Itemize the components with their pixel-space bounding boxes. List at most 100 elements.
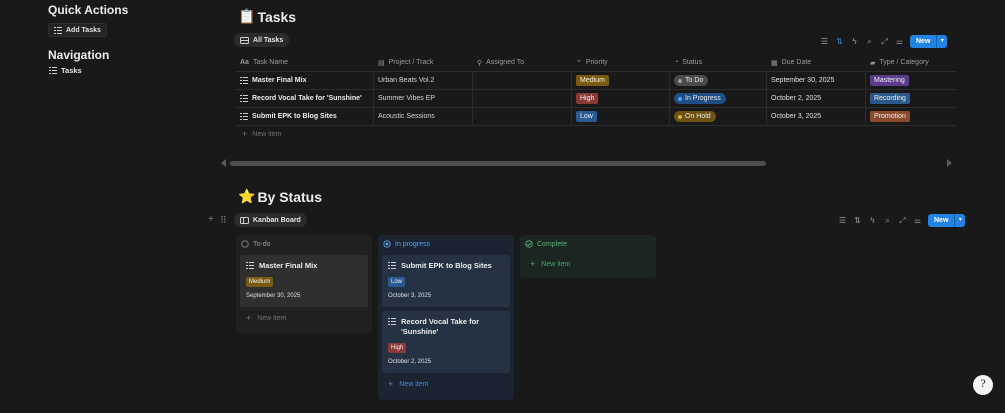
card-title: Submit EPK to Blog Sites: [401, 261, 492, 270]
status-cell[interactable]: In Progress: [670, 89, 767, 108]
type-cell[interactable]: Promotion: [866, 108, 956, 126]
project-cell[interactable]: Urban Beats Vol.2: [374, 71, 473, 90]
status-cell[interactable]: On Hold: [670, 107, 767, 126]
expand-icon[interactable]: ⤢: [898, 216, 907, 225]
quick-actions-heading: Quick Actions: [48, 3, 129, 17]
new-task-button[interactable]: New ▾: [910, 35, 948, 48]
by-status-heading: ⭐ By Status: [238, 188, 322, 205]
priority-cell[interactable]: Low: [572, 107, 670, 126]
sort-icon[interactable]: ⇅: [853, 216, 862, 225]
table-row[interactable]: Record Vocal Take for 'Sunshine' Summer …: [236, 89, 956, 108]
due-date-cell[interactable]: October 3, 2025: [767, 107, 866, 126]
type-cell[interactable]: Mastering: [866, 72, 956, 90]
column-header-in-progress[interactable]: In progress: [378, 235, 514, 253]
chevron-down-icon[interactable]: ▾: [936, 35, 948, 48]
clipboard-emoji-icon: 📋: [238, 8, 256, 24]
horizontal-scrollbar[interactable]: [228, 161, 940, 166]
settings-icon[interactable]: ⚌: [895, 37, 904, 46]
column-header-todo[interactable]: To-do: [236, 235, 372, 253]
assigned-cell[interactable]: [473, 107, 572, 126]
priority-cell[interactable]: High: [572, 89, 670, 108]
table-row[interactable]: Master Final Mix Urban Beats Vol.2 Mediu…: [236, 71, 956, 90]
card-title: Master Final Mix: [259, 261, 318, 270]
column-new-item-button[interactable]: + New item: [236, 307, 372, 329]
question-icon: ?: [980, 379, 986, 390]
card-date: September 30, 2025: [246, 293, 301, 299]
column-header-due-date[interactable]: ▦ Due Date: [767, 54, 866, 72]
scrollbar-thumb[interactable]: [230, 161, 766, 166]
type-badge: Mastering: [870, 75, 909, 86]
tasks-title: Tasks: [257, 8, 297, 25]
column-header-status[interactable]: ◔ Status: [670, 54, 767, 72]
tasks-toolbar: ☰ ⇅ ϟ ⌕ ⤢ ⚌ New ▾: [820, 35, 948, 48]
tab-all-tasks[interactable]: All Tasks: [234, 33, 290, 47]
new-button-label: New: [928, 214, 955, 227]
automation-icon[interactable]: ϟ: [868, 216, 877, 225]
nav-item-tasks[interactable]: Tasks: [49, 66, 82, 75]
task-list-icon: [240, 95, 248, 102]
tab-kanban-board[interactable]: Kanban Board: [234, 213, 307, 227]
column-header-type[interactable]: ▰ Type / Category: [866, 54, 956, 72]
search-icon[interactable]: ⌕: [865, 37, 874, 46]
status-cell[interactable]: To Do: [670, 71, 767, 90]
priority-cell[interactable]: Medium: [572, 71, 670, 90]
chevron-down-icon[interactable]: ▾: [954, 214, 966, 227]
task-list-icon: [240, 77, 248, 84]
kanban-card[interactable]: Submit EPK to Blog Sites Low October 3, …: [382, 255, 510, 307]
kanban-toolbar: ☰ ⇅ ϟ ⌕ ⤢ ⚌ New ▾: [838, 214, 966, 227]
folder-icon: ▤: [378, 59, 385, 67]
task-name: Master Final Mix: [252, 77, 307, 84]
tag-icon: ▰: [870, 59, 876, 67]
type-cell[interactable]: Recording: [866, 90, 956, 108]
column-new-item-button[interactable]: + New item: [520, 253, 656, 275]
table-new-item-button[interactable]: + New item: [236, 126, 956, 142]
add-tasks-button[interactable]: Add Tasks: [48, 23, 107, 37]
add-tasks-label: Add Tasks: [66, 26, 101, 34]
kanban-column-in-progress: In progress Submit EPK to Blog Sites Low…: [378, 235, 514, 400]
assigned-cell[interactable]: [473, 89, 572, 108]
table-header-row: Aa Task Name ▤ Project / Track ⚲ Assigned T…: [236, 54, 956, 72]
column-header-complete[interactable]: Complete: [520, 235, 656, 253]
drag-handle-icon[interactable]: ⠿: [220, 215, 227, 225]
task-list-icon: [388, 318, 396, 325]
kanban-card[interactable]: Record Vocal Take for 'Sunshine' High Oc…: [382, 311, 510, 373]
new-item-label: New item: [257, 314, 287, 322]
card-date: October 3, 2025: [388, 293, 432, 299]
tasks-table: Aa Task Name ▤ Project / Track ⚲ Assigned T…: [236, 54, 956, 142]
search-icon[interactable]: ⌕: [883, 216, 892, 225]
assigned-cell[interactable]: [473, 71, 572, 90]
sort-icon[interactable]: ⇅: [835, 37, 844, 46]
due-date-cell[interactable]: September 30, 2025: [767, 71, 866, 90]
type-badge: Promotion: [870, 111, 910, 122]
help-button[interactable]: ?: [973, 375, 993, 395]
plus-icon: +: [388, 379, 394, 389]
scroll-right-arrow[interactable]: [947, 159, 952, 167]
column-header-assigned[interactable]: ⚲ Assigned To: [473, 54, 572, 72]
project-cell[interactable]: Summer Vibes EP: [374, 89, 473, 108]
column-header-project[interactable]: ▤ Project / Track: [374, 54, 473, 72]
add-block-icon[interactable]: +: [208, 215, 214, 225]
task-name: Record Vocal Take for 'Sunshine': [252, 95, 362, 102]
filter-icon[interactable]: ☰: [838, 216, 847, 225]
text-property-icon: Aa: [240, 59, 249, 66]
scroll-left-arrow[interactable]: [221, 159, 226, 167]
by-status-title: By Status: [257, 188, 323, 205]
column-header-task-name[interactable]: Aa Task Name: [236, 54, 374, 72]
due-date-cell[interactable]: October 2, 2025: [767, 89, 866, 108]
automation-icon[interactable]: ϟ: [850, 37, 859, 46]
table-row[interactable]: Submit EPK to Blog Sites Acoustic Sessio…: [236, 107, 956, 126]
project-cell[interactable]: Acoustic Sessions: [374, 107, 473, 126]
priority-badge: Medium: [246, 277, 274, 287]
expand-icon[interactable]: ⤢: [880, 37, 889, 46]
column-new-item-button[interactable]: + New item: [378, 373, 514, 395]
new-item-label: New item: [252, 130, 282, 138]
circle-outline-icon: [241, 240, 249, 248]
settings-icon[interactable]: ⚌: [913, 216, 922, 225]
status-badge: In Progress: [674, 93, 726, 104]
task-list-icon: [54, 26, 62, 34]
new-card-button[interactable]: New ▾: [928, 214, 966, 227]
column-header-priority[interactable]: ⌃ Priority: [572, 54, 670, 72]
tasks-heading: 📋 Tasks: [238, 8, 296, 25]
filter-icon[interactable]: ☰: [820, 37, 829, 46]
kanban-card[interactable]: Master Final Mix Medium September 30, 20…: [240, 255, 368, 307]
